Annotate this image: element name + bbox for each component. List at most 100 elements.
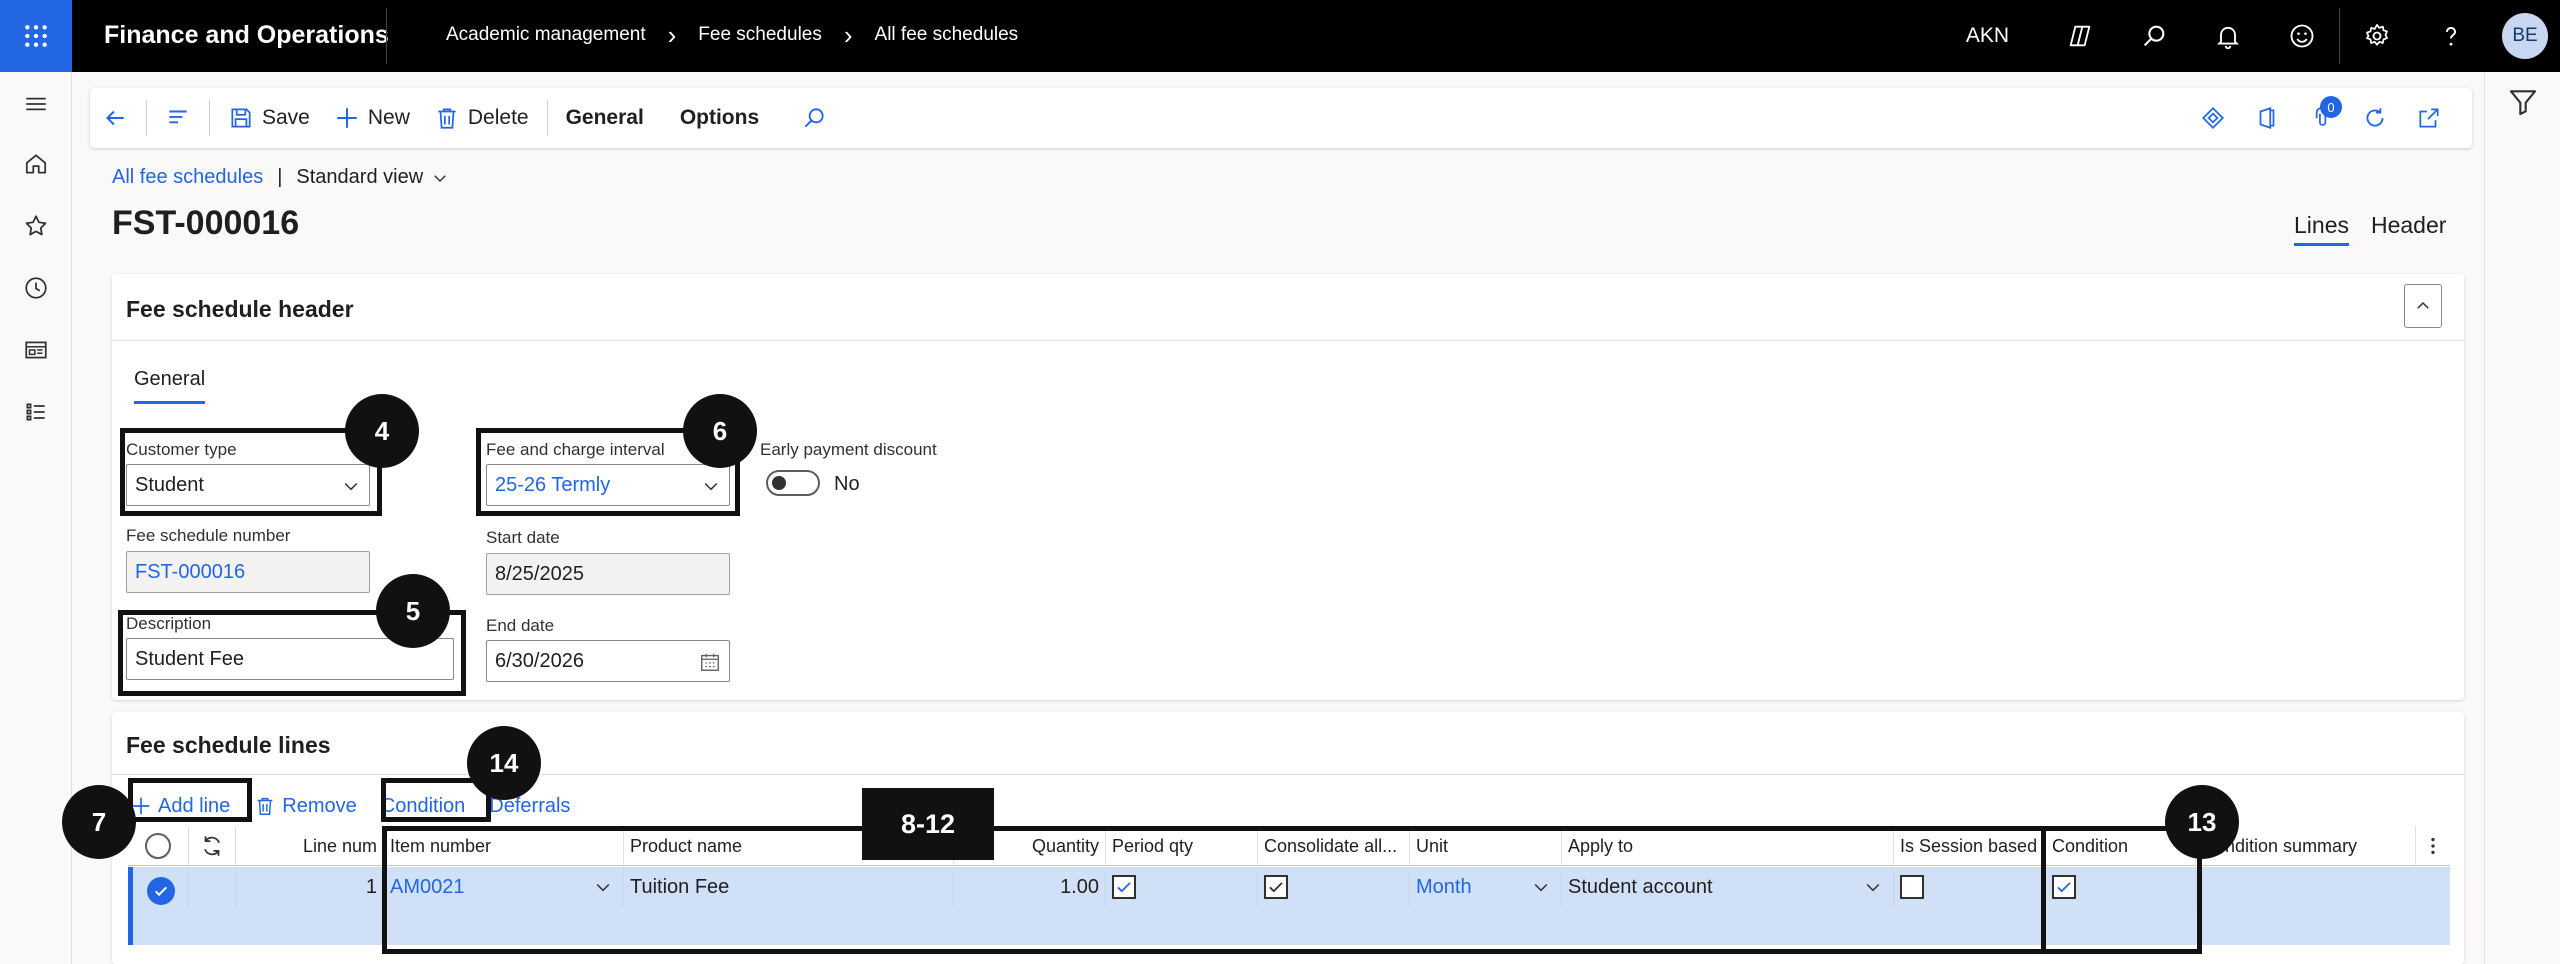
save-button[interactable]: Save: [216, 88, 322, 148]
cell-condition-summary[interactable]: [2195, 867, 2450, 907]
cell-period-qty[interactable]: [1105, 867, 1257, 907]
breadcrumb-item-all-fee-schedules[interactable]: All fee schedules: [875, 24, 1019, 46]
attachments-button[interactable]: 0: [2294, 88, 2348, 148]
select-all-cell[interactable]: [128, 826, 188, 866]
period-qty-checkbox[interactable]: [1112, 875, 1136, 899]
section-title[interactable]: Fee schedule lines: [126, 732, 331, 759]
back-arrow-icon: [106, 110, 124, 126]
end-date-field[interactable]: 6/30/2026: [486, 640, 730, 682]
delete-label: Delete: [467, 106, 529, 129]
feedback-button[interactable]: [2265, 0, 2339, 72]
search-actions-button[interactable]: [789, 88, 839, 148]
home-icon: [25, 154, 47, 174]
page-breadcrumb: All fee schedules | Standard view: [112, 166, 449, 189]
cell-line-num[interactable]: 1: [235, 867, 383, 907]
office-button[interactable]: [2240, 88, 2294, 148]
interval-select[interactable]: 25-26 Termly: [486, 464, 730, 506]
filter-icon[interactable]: [2507, 86, 2539, 118]
condition-button[interactable]: Condition: [381, 795, 466, 818]
col-is-session[interactable]: Is Session based: [1893, 826, 2045, 866]
section-title[interactable]: Fee schedule header: [126, 296, 354, 323]
fee-schedule-header-section: Fee schedule header General Customer typ…: [112, 274, 2464, 700]
cell-quantity[interactable]: 1.00: [953, 867, 1105, 907]
col-line-num[interactable]: Line num: [235, 826, 383, 866]
more-vertical-icon: [2431, 837, 2435, 855]
pop-out-icon: [2419, 108, 2439, 128]
tab-options[interactable]: Options: [668, 88, 771, 148]
add-line-button[interactable]: Add line: [130, 795, 230, 818]
row-selected-indicator[interactable]: [146, 877, 175, 905]
fee-schedule-number-field[interactable]: FST-000016: [126, 551, 370, 593]
search-button[interactable]: [2117, 0, 2191, 72]
help-button[interactable]: [2414, 0, 2488, 72]
left-nav: [0, 72, 72, 964]
nav-recent[interactable]: [18, 270, 54, 306]
remove-button[interactable]: Remove: [254, 795, 357, 818]
nav-modules[interactable]: [18, 394, 54, 430]
cell-consolidate[interactable]: [1257, 867, 1409, 907]
back-button[interactable]: [90, 88, 140, 148]
question-icon: [2445, 26, 2457, 46]
condition-checkbox[interactable]: [2052, 875, 2076, 899]
col-period-qty[interactable]: Period qty: [1105, 826, 1257, 866]
start-date-value: 8/25/2025: [495, 562, 584, 585]
row-select-cell[interactable]: [133, 871, 188, 911]
grid-header: Line num Item number Product name Quanti…: [128, 826, 2450, 866]
power-apps-button[interactable]: [2186, 88, 2240, 148]
cell-product-name[interactable]: Tuition Fee: [623, 867, 953, 907]
plus-icon: [337, 108, 357, 128]
tab-header[interactable]: Header: [2371, 212, 2446, 246]
col-unit[interactable]: Unit: [1409, 826, 1561, 866]
nav-favorites[interactable]: [18, 208, 54, 244]
refresh-button[interactable]: [2348, 88, 2402, 148]
list-view-button[interactable]: [153, 88, 203, 148]
avatar[interactable]: BE: [2502, 13, 2548, 59]
app-title[interactable]: Finance and Operations: [104, 21, 389, 50]
calendar-icon[interactable]: [699, 651, 721, 673]
col-item-number[interactable]: Item number: [383, 826, 623, 866]
divider: [386, 8, 387, 64]
interval-value: 25-26 Termly: [495, 473, 611, 496]
customer-type-select[interactable]: Student: [126, 464, 370, 506]
list-icon: [26, 403, 45, 421]
nav-workspaces[interactable]: [18, 332, 54, 368]
early-payment-toggle[interactable]: [766, 470, 820, 496]
tab-general[interactable]: General: [134, 368, 206, 404]
collapse-button[interactable]: [2404, 284, 2442, 328]
copilot-button[interactable]: [2043, 0, 2117, 72]
office-icon: [2259, 107, 2275, 129]
refresh-grid-cell[interactable]: [188, 826, 235, 866]
chevron-down-icon: [596, 883, 610, 892]
delete-button[interactable]: Delete: [422, 88, 541, 148]
open-new-window-button[interactable]: [2402, 88, 2456, 148]
is-session-checkbox[interactable]: [1900, 875, 1924, 899]
column-options-button[interactable]: [2415, 826, 2450, 866]
company-picker[interactable]: AKN: [1966, 24, 2009, 48]
col-apply-to[interactable]: Apply to: [1561, 826, 1893, 866]
checkmark-icon: [154, 886, 167, 897]
all-fee-schedules-link[interactable]: All fee schedules: [112, 166, 263, 189]
settings-button[interactable]: [2340, 0, 2414, 72]
checkmark-icon: [1117, 882, 1131, 893]
cell-unit[interactable]: Month: [1409, 867, 1561, 907]
notifications-button[interactable]: [2191, 0, 2265, 72]
cell-is-session[interactable]: [1893, 867, 2045, 907]
col-consolidate[interactable]: Consolidate all...: [1257, 826, 1409, 866]
hamburger-button[interactable]: [18, 86, 54, 122]
start-date-field[interactable]: 8/25/2025: [486, 553, 730, 595]
cell-item-number[interactable]: AM0021: [383, 867, 623, 907]
app-launcher-button[interactable]: [0, 0, 72, 72]
view-selector[interactable]: Standard view: [296, 166, 449, 189]
breadcrumb-item-fee-schedules[interactable]: Fee schedules: [698, 24, 822, 46]
tab-lines[interactable]: Lines: [2294, 212, 2349, 246]
cell-apply-to[interactable]: Student account: [1561, 867, 1893, 907]
breadcrumb-item-academic-management[interactable]: Academic management: [446, 24, 646, 46]
tab-general[interactable]: General: [554, 88, 656, 148]
new-button[interactable]: New: [322, 88, 422, 148]
topbar-actions: AKN BE: [1966, 0, 2560, 72]
select-all-radio[interactable]: [145, 833, 171, 859]
consolidate-checkbox[interactable]: [1264, 875, 1288, 899]
table-row[interactable]: 1 AM0021 Tuition Fee 1.00 Month Student …: [128, 867, 2450, 945]
nav-home[interactable]: [18, 146, 54, 182]
cell-condition[interactable]: [2045, 867, 2195, 907]
